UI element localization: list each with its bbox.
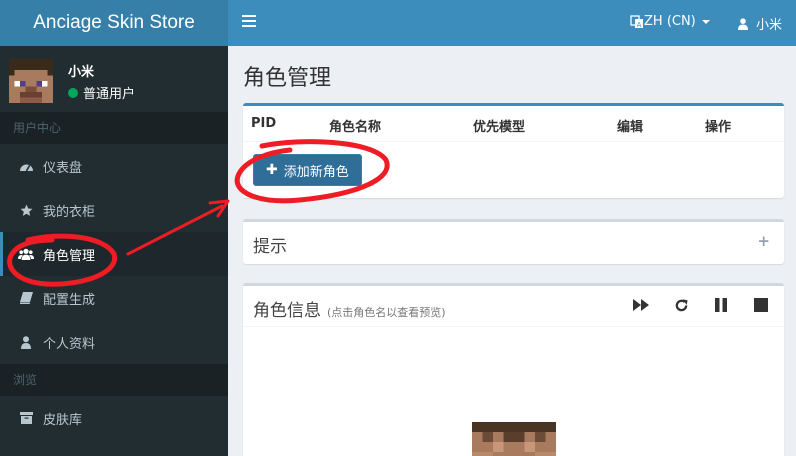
language-label: ZH (CN) <box>644 14 696 29</box>
sidebar-item-label: 皮肤库 <box>43 412 83 428</box>
stop-icon[interactable] <box>752 296 770 314</box>
translate-icon: A <box>630 14 643 29</box>
language-selector[interactable]: A ZH (CN) <box>630 14 710 29</box>
preview-divider <box>243 326 784 327</box>
preview-toolbar <box>632 296 770 314</box>
pause-icon[interactable] <box>712 296 730 314</box>
tips-box: 提示 + <box>243 219 784 264</box>
top-navbar: A ZH (CN) 小米 <box>228 0 796 46</box>
user-panel-status: 普通用户 <box>68 83 135 102</box>
tips-title: 提示 <box>253 237 287 257</box>
sidebar-item-players[interactable]: 角色管理 <box>0 232 228 276</box>
sidebar-item-profile[interactable]: 个人资料 <box>0 320 228 364</box>
expand-plus-icon[interactable]: + <box>757 232 770 250</box>
fast-forward-icon[interactable] <box>632 296 650 314</box>
sidebar-item-skinlib[interactable]: 皮肤库 <box>0 396 228 440</box>
star-icon <box>18 204 34 217</box>
preview-header: 角色信息 (点击角色名以查看预览) <box>253 296 446 321</box>
user-panel: 小米 普通用户 <box>0 46 228 112</box>
sidebar-item-label: 配置生成 <box>43 292 96 308</box>
sidebar-item-label: 角色管理 <box>43 248 96 264</box>
chevron-down-icon <box>701 19 710 24</box>
menu-toggle-icon[interactable] <box>242 15 256 29</box>
user-icon <box>18 335 34 349</box>
skin-preview-image <box>472 422 556 456</box>
sidebar-item-closet[interactable]: 我的衣柜 <box>0 188 228 232</box>
sidebar-section-user: 用户中心 <box>0 112 228 144</box>
column-header-actions: 操作 <box>705 120 732 135</box>
sidebar: 小米 普通用户 用户中心 仪表盘 我的衣柜 角色管理 配置生成 个人资料 浏览 … <box>0 46 228 456</box>
sidebar-item-label: 我的衣柜 <box>43 204 96 220</box>
sidebar-item-label: 个人资料 <box>43 336 96 352</box>
plus-icon: ✚ <box>266 162 278 178</box>
column-header-edit: 编辑 <box>617 120 644 135</box>
players-table-header: PID 角色名称 优先模型 编辑 操作 <box>243 106 784 142</box>
sidebar-item-label: 仪表盘 <box>43 160 83 176</box>
preview-title: 角色信息 <box>253 301 321 321</box>
book-icon <box>18 292 34 304</box>
svg-text:A: A <box>637 21 642 29</box>
user-menu[interactable]: 小米 <box>738 14 782 33</box>
sidebar-item-dashboard[interactable]: 仪表盘 <box>0 144 228 188</box>
avatar <box>9 59 53 103</box>
add-player-label: 添加新角色 <box>283 164 349 180</box>
page-title: 角色管理 <box>243 66 332 91</box>
refresh-icon[interactable] <box>672 296 690 314</box>
user-role-label: 普通用户 <box>83 87 136 102</box>
archive-icon <box>18 412 34 424</box>
users-icon <box>18 248 34 260</box>
column-header-model: 优先模型 <box>473 120 526 135</box>
column-header-pid: PID <box>251 116 277 131</box>
preview-box: 角色信息 (点击角色名以查看预览) <box>243 283 784 456</box>
online-status-icon <box>68 87 78 98</box>
sidebar-item-config[interactable]: 配置生成 <box>0 276 228 320</box>
add-player-button[interactable]: ✚ 添加新角色 <box>253 154 362 186</box>
user-icon <box>738 17 748 30</box>
column-header-name: 角色名称 <box>329 120 382 135</box>
dashboard-icon <box>18 161 34 172</box>
main-content: 角色管理 PID 角色名称 优先模型 编辑 操作 ✚ 添加新角色 提示 + 角色… <box>228 46 796 456</box>
user-menu-name: 小米 <box>756 18 783 33</box>
sidebar-section-browse: 浏览 <box>0 364 228 396</box>
brand-logo[interactable]: Anciage Skin Store <box>0 0 228 46</box>
players-box: PID 角色名称 优先模型 编辑 操作 ✚ 添加新角色 <box>243 103 784 198</box>
user-panel-name: 小米 <box>68 65 95 80</box>
preview-subtitle: (点击角色名以查看预览) <box>327 306 446 319</box>
